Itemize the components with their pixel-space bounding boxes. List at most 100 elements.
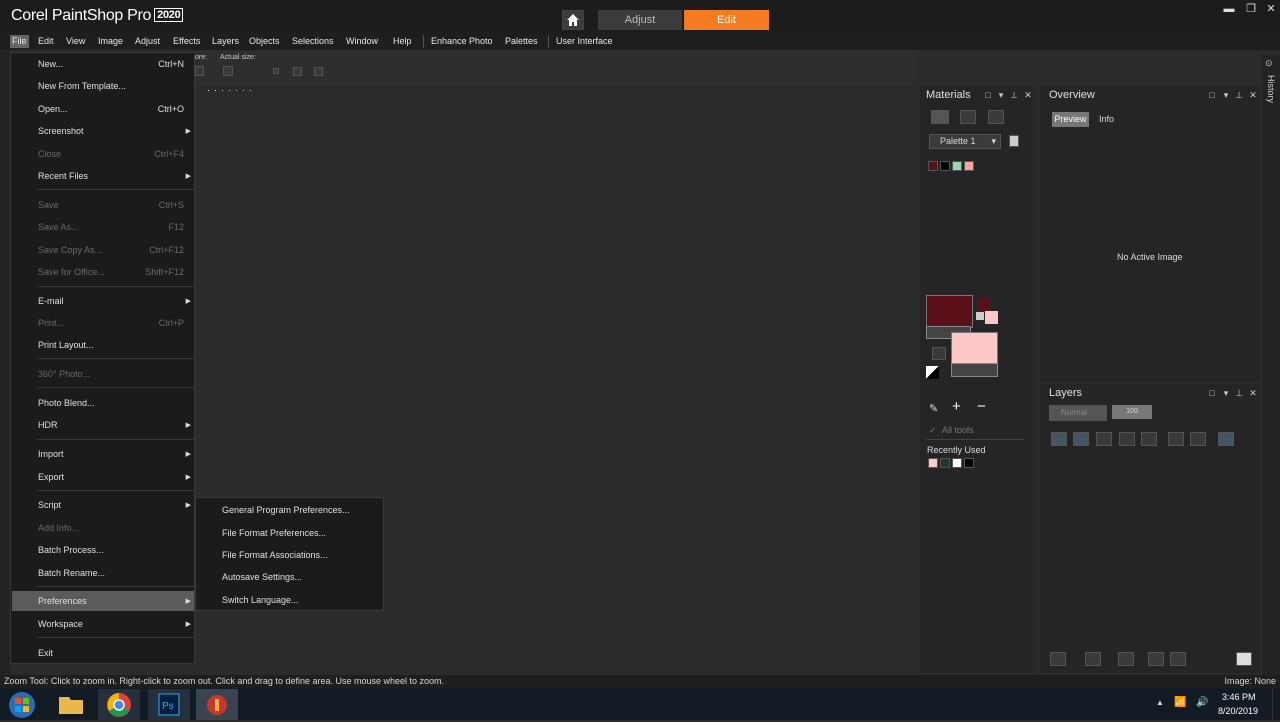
menu-effects[interactable]: Effects: [173, 35, 200, 48]
menu-help[interactable]: Help: [393, 35, 412, 48]
fg-small-swatch[interactable]: [977, 298, 990, 311]
volume-icon[interactable]: 🔊: [1196, 697, 1208, 708]
fit-window-icon[interactable]: [293, 67, 302, 76]
file-explorer-button[interactable]: [50, 689, 92, 720]
mixer-icon[interactable]: [988, 110, 1004, 124]
menu-enhance-photo[interactable]: Enhance Photo: [431, 35, 493, 48]
start-button[interactable]: [0, 689, 44, 720]
submenu-item-file-format-preferences[interactable]: File Format Preferences...: [222, 528, 326, 538]
menu-item-new[interactable]: New...: [38, 59, 63, 69]
mask-icon[interactable]: [1073, 432, 1089, 446]
history-icon[interactable]: ⊙: [1265, 58, 1273, 69]
network-icon[interactable]: 📶: [1174, 697, 1186, 708]
palette-select[interactable]: Palette 1 ▾: [929, 134, 1001, 149]
dropdown-icon[interactable]: ▾: [1221, 388, 1231, 398]
recent-swatch[interactable]: [928, 458, 938, 468]
close-icon[interactable]: ✕: [1248, 90, 1258, 100]
menu-item-import[interactable]: Import: [38, 449, 64, 459]
submenu-item-autosave-settings[interactable]: Autosave Settings...: [222, 572, 302, 582]
menu-item-workspace[interactable]: Workspace: [38, 619, 83, 629]
menu-item-export[interactable]: Export: [38, 472, 64, 482]
maximize-icon[interactable]: □: [1207, 388, 1217, 398]
dropper-icon[interactable]: ✎: [929, 402, 938, 415]
palette-swatch[interactable]: [952, 161, 962, 171]
recent-swatch[interactable]: [952, 458, 962, 468]
delete-layer-icon[interactable]: [1170, 652, 1186, 666]
blend-mode-select[interactable]: Normal: [1049, 405, 1107, 421]
history-tab-label[interactable]: History: [1266, 75, 1276, 103]
paintshop-button[interactable]: [196, 689, 238, 720]
layer-properties-icon[interactable]: [1050, 652, 1066, 666]
layer-brush-icon[interactable]: [1085, 652, 1101, 666]
menu-adjust[interactable]: Adjust: [135, 35, 160, 48]
show-desktop-button[interactable]: [1272, 688, 1280, 720]
bg-small-swatch[interactable]: [985, 311, 998, 324]
background-style-buttons[interactable]: [951, 363, 998, 377]
layer-style-icon[interactable]: [1141, 432, 1157, 446]
menu-item-script[interactable]: Script: [38, 500, 61, 510]
menu-view[interactable]: View: [66, 35, 85, 48]
tab-preview[interactable]: Preview: [1052, 112, 1089, 127]
menu-item-hdr[interactable]: HDR: [38, 420, 58, 430]
menu-item-recent-files[interactable]: Recent Files: [38, 171, 88, 181]
recent-swatch[interactable]: [940, 458, 950, 468]
visibility-icon[interactable]: [1218, 432, 1234, 446]
close-icon[interactable]: ✕: [1023, 90, 1033, 100]
merge-icon[interactable]: [1148, 652, 1164, 666]
restore-icon[interactable]: ❐: [1244, 3, 1258, 15]
menu-palettes[interactable]: Palettes: [505, 35, 538, 48]
fit-screen-icon[interactable]: [314, 67, 323, 76]
tab-adjust[interactable]: Adjust: [598, 10, 682, 30]
submenu-item-file-format-associations[interactable]: File Format Associations...: [222, 550, 328, 560]
gradient-icon[interactable]: [960, 110, 976, 124]
close-icon[interactable]: ✕: [1248, 388, 1258, 398]
menu-edit[interactable]: Edit: [38, 35, 54, 48]
zoom-out-icon[interactable]: [195, 66, 204, 76]
menu-item-new-from-template[interactable]: New From Template...: [38, 81, 126, 91]
menu-item-email[interactable]: E-mail: [38, 296, 64, 306]
fit-icon[interactable]: [273, 68, 279, 74]
palette-swatch[interactable]: [940, 161, 950, 171]
maximize-icon[interactable]: □: [1207, 90, 1217, 100]
opacity-field[interactable]: 100: [1112, 405, 1152, 419]
menu-item-open[interactable]: Open...: [38, 104, 68, 114]
home-button[interactable]: [562, 10, 584, 30]
maximize-icon[interactable]: □: [983, 90, 993, 100]
dropdown-icon[interactable]: ▾: [996, 90, 1006, 100]
link-icon[interactable]: [1168, 432, 1184, 446]
submenu-item-general-preferences[interactable]: General Program Preferences...: [222, 505, 350, 515]
submenu-item-switch-language[interactable]: Switch Language...: [222, 595, 299, 605]
menu-objects[interactable]: Objects: [249, 35, 280, 48]
dropdown-icon[interactable]: ▾: [1221, 90, 1231, 100]
reset-colors-icon[interactable]: [926, 366, 939, 379]
menu-layers[interactable]: Layers: [212, 35, 239, 48]
swap-colors-icon[interactable]: [932, 347, 946, 360]
minimize-icon[interactable]: ▬: [1222, 3, 1236, 15]
menu-window[interactable]: Window: [346, 35, 378, 48]
chrome-button[interactable]: [98, 689, 140, 720]
remove-icon[interactable]: −: [977, 398, 986, 415]
menu-selections[interactable]: Selections: [292, 35, 334, 48]
close-icon[interactable]: ✕: [1264, 3, 1278, 15]
layer-eye-icon[interactable]: [1118, 652, 1134, 666]
swatches-icon[interactable]: [931, 110, 949, 124]
tray-expand-icon[interactable]: ▲: [1156, 698, 1164, 707]
foreground-color-swatch[interactable]: [926, 295, 973, 328]
actual-size-icon[interactable]: [223, 66, 233, 76]
swap-small-icon[interactable]: [976, 312, 984, 320]
palette-swatch[interactable]: [928, 161, 938, 171]
add-icon[interactable]: +: [952, 398, 961, 415]
menu-item-exit[interactable]: Exit: [38, 648, 53, 658]
layer-help-icon[interactable]: [1236, 652, 1252, 666]
palette-swatch[interactable]: [964, 161, 974, 171]
pin-icon[interactable]: ⊥: [1234, 388, 1244, 398]
pin-icon[interactable]: ⊥: [1234, 90, 1244, 100]
effects-icon[interactable]: [1096, 432, 1112, 446]
pin-icon[interactable]: ⊥: [1009, 90, 1019, 100]
background-color-swatch[interactable]: [951, 332, 998, 365]
tab-info[interactable]: Info: [1099, 112, 1121, 127]
menu-item-print-layout[interactable]: Print Layout...: [38, 340, 94, 350]
menu-item-batch-rename[interactable]: Batch Rename...: [38, 568, 105, 578]
menu-item-batch-process[interactable]: Batch Process...: [38, 545, 104, 555]
menu-image[interactable]: Image: [98, 35, 123, 48]
